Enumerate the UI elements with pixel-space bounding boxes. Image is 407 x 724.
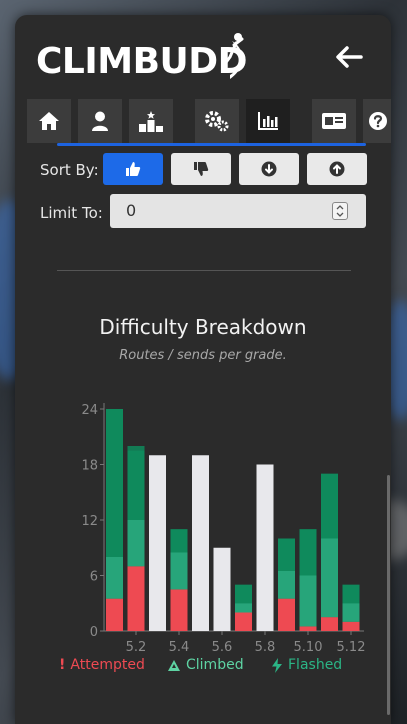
mountain-icon bbox=[168, 659, 180, 671]
sort-label: Sort By: bbox=[40, 161, 99, 179]
x-tick-label: 5.12 bbox=[337, 640, 366, 655]
scrollbar[interactable] bbox=[387, 475, 390, 715]
sort-least-liked-button[interactable] bbox=[171, 153, 231, 185]
exclamation-icon: ! bbox=[59, 657, 66, 673]
arrow-up-icon bbox=[329, 161, 345, 177]
tab-help[interactable] bbox=[363, 99, 391, 143]
tab-stats[interactable] bbox=[246, 99, 290, 143]
sort-most-liked-button[interactable] bbox=[103, 153, 163, 185]
sort-ascending-button[interactable] bbox=[307, 153, 367, 185]
back-arrow-icon[interactable] bbox=[333, 41, 365, 73]
y-tick-label: 12 bbox=[81, 514, 98, 529]
tab-settings[interactable] bbox=[195, 99, 239, 143]
legend-item-attempted[interactable]: ! Attempted bbox=[59, 657, 145, 673]
tab-indicator bbox=[57, 143, 366, 146]
bar-flashed bbox=[321, 473, 338, 539]
leaderboard-icon bbox=[139, 111, 163, 132]
y-tick-label: 0 bbox=[90, 625, 98, 640]
bar-climbed bbox=[321, 538, 338, 618]
limit-label: Limit To: bbox=[40, 204, 103, 222]
legend-label-climbed: Climbed bbox=[186, 657, 244, 673]
climber-logo-icon bbox=[222, 33, 244, 79]
bar-flashed bbox=[235, 584, 252, 604]
y-tick-label: 24 bbox=[81, 403, 98, 418]
tab-leaderboard[interactable] bbox=[129, 99, 173, 143]
main-panel: CLIMBUDD Sort By: Limit To: 0 Difficulty… bbox=[15, 15, 391, 724]
thumbs-up-icon bbox=[126, 162, 141, 176]
settings-icon bbox=[205, 111, 229, 132]
bar-attempted bbox=[170, 589, 188, 631]
y-tick-label: 18 bbox=[81, 459, 98, 474]
tab-id-card[interactable] bbox=[312, 99, 356, 143]
user-icon bbox=[92, 111, 108, 131]
sort-descending-button[interactable] bbox=[239, 153, 299, 185]
bar-flashed bbox=[299, 529, 317, 576]
bar-attempted bbox=[127, 566, 145, 631]
legend-label-flashed: Flashed bbox=[288, 657, 343, 673]
chart-icon bbox=[258, 112, 278, 130]
bar-climbed bbox=[127, 520, 145, 567]
bar-flashed bbox=[106, 409, 123, 557]
thumbs-down-icon bbox=[194, 162, 209, 176]
home-icon bbox=[39, 112, 59, 130]
legend-label-attempted: Attempted bbox=[70, 657, 145, 673]
chart-legend: ! Attempted Climbed Flashed bbox=[15, 657, 391, 677]
legend-item-flashed[interactable]: Flashed bbox=[271, 657, 342, 673]
limit-stepper[interactable] bbox=[332, 202, 348, 220]
help-icon bbox=[369, 112, 387, 130]
bar-attempted bbox=[235, 612, 252, 631]
section-divider bbox=[57, 270, 351, 271]
arrow-down-icon bbox=[261, 161, 277, 177]
bar-attempted bbox=[106, 598, 123, 631]
bar-attempted bbox=[342, 621, 360, 631]
bar-routes bbox=[213, 547, 231, 631]
bar-climbed bbox=[235, 603, 252, 613]
bar-flashed bbox=[278, 538, 295, 571]
bar-climbed bbox=[106, 557, 123, 599]
bar-routes bbox=[256, 464, 274, 631]
x-tick-label: 5.4 bbox=[169, 640, 190, 655]
bar-attempted bbox=[321, 617, 338, 631]
bar-flashed bbox=[170, 529, 188, 553]
tab-home[interactable] bbox=[27, 99, 71, 143]
chart-subtitle: Routes / sends per grade. bbox=[119, 348, 287, 363]
id-card-icon bbox=[322, 113, 346, 129]
bar-climbed bbox=[170, 552, 188, 590]
x-tick-label: 5.10 bbox=[294, 640, 323, 655]
bar-climbed bbox=[299, 575, 317, 627]
bar-routes bbox=[192, 455, 209, 631]
tab-bar bbox=[25, 99, 391, 143]
bar-attempted bbox=[299, 626, 317, 631]
bolt-icon bbox=[272, 657, 282, 673]
difficulty-chart: 0 6 12 18 24 5.2 5.4 5.6 5.8 5.10 5.12 bbox=[81, 403, 366, 655]
bar-flashed bbox=[342, 584, 360, 604]
y-tick-label: 6 bbox=[90, 570, 98, 585]
legend-item-climbed[interactable]: Climbed bbox=[167, 657, 244, 673]
stepper-arrows-icon bbox=[336, 205, 344, 217]
tab-profile[interactable] bbox=[78, 99, 122, 143]
limit-input[interactable]: 0 bbox=[110, 194, 366, 228]
bar-flashed bbox=[127, 450, 145, 520]
x-tick-label: 5.8 bbox=[255, 640, 276, 655]
header: CLIMBUDD bbox=[15, 15, 391, 99]
chart-title: Difficulty Breakdown bbox=[99, 315, 307, 339]
bar-climbed bbox=[278, 570, 295, 599]
x-tick-label: 5.6 bbox=[212, 640, 233, 655]
bar-climbed bbox=[342, 603, 360, 622]
x-tick-label: 5.2 bbox=[126, 640, 147, 655]
bar-attempted bbox=[278, 598, 295, 631]
bar-routes bbox=[149, 455, 166, 631]
